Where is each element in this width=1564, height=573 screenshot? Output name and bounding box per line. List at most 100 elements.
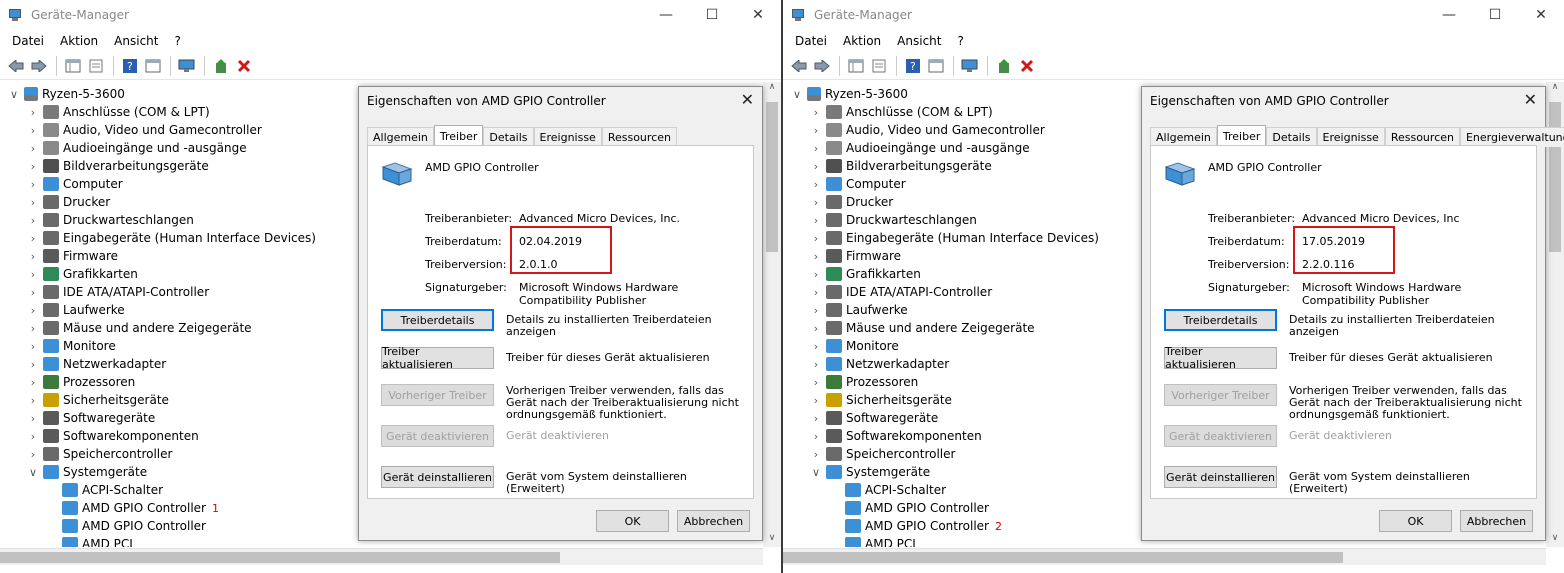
expand-chevron-icon[interactable]: ›: [810, 412, 822, 425]
expand-chevron-icon[interactable]: ›: [810, 232, 822, 245]
tab-ressourcen[interactable]: Ressourcen: [601, 127, 677, 147]
tree-category[interactable]: › Softwaregeräte: [27, 409, 155, 427]
expand-chevron-icon[interactable]: ›: [27, 268, 39, 281]
back-arrow-icon[interactable]: [5, 55, 27, 77]
back-arrow-icon[interactable]: [788, 55, 810, 77]
collapse-chevron-icon[interactable]: ∨: [8, 88, 20, 101]
tree-category[interactable]: › Bildverarbeitungsgeräte: [27, 157, 209, 175]
expand-chevron-icon[interactable]: ›: [810, 178, 822, 191]
tree-category[interactable]: › Monitore: [27, 337, 116, 355]
expand-chevron-icon[interactable]: ›: [810, 214, 822, 227]
scroll-up-arrow-icon[interactable]: ∧: [763, 82, 781, 96]
tree-category[interactable]: ∨ Systemgeräte: [27, 463, 147, 481]
expand-chevron-icon[interactable]: ›: [27, 430, 39, 443]
expand-chevron-icon[interactable]: ›: [810, 376, 822, 389]
tree-category[interactable]: › Computer: [810, 175, 906, 193]
expand-chevron-icon[interactable]: ›: [810, 196, 822, 209]
view-grid-icon[interactable]: [845, 55, 867, 77]
menu-item-4[interactable]: ?: [949, 34, 971, 48]
expand-chevron-icon[interactable]: ›: [27, 448, 39, 461]
expand-chevron-icon[interactable]: ›: [27, 322, 39, 335]
ok-button[interactable]: OK: [596, 510, 669, 532]
tree-category[interactable]: › Audioeingänge und -ausgänge: [810, 139, 1030, 157]
tab-treiber[interactable]: Treiber: [1216, 125, 1267, 147]
expand-chevron-icon[interactable]: ›: [27, 214, 39, 227]
expand-chevron-icon[interactable]: ›: [810, 340, 822, 353]
tree-category[interactable]: › Sicherheitsgeräte: [810, 391, 952, 409]
tab-allgemein[interactable]: Allgemein: [367, 127, 434, 147]
scroll-up-arrow-icon[interactable]: ∧: [1546, 82, 1564, 96]
tree-child-item[interactable]: ACPI-Schalter: [841, 481, 946, 499]
tree-category[interactable]: › Softwarekomponenten: [27, 427, 199, 445]
tab-details[interactable]: Details: [483, 127, 534, 147]
expand-chevron-icon[interactable]: ›: [27, 358, 39, 371]
properties-icon[interactable]: [868, 55, 890, 77]
tree-category[interactable]: › Drucker: [810, 193, 893, 211]
window-icon[interactable]: [142, 55, 164, 77]
collapse-chevron-icon[interactable]: ∨: [27, 466, 39, 479]
driver-button-1[interactable]: Treiberdetails: [1164, 309, 1277, 331]
tree-child-item[interactable]: AMD GPIO Controller 1: [58, 499, 219, 517]
expand-chevron-icon[interactable]: ›: [27, 250, 39, 263]
driver-button-2[interactable]: Treiber aktualisieren: [1164, 345, 1277, 371]
expand-chevron-icon[interactable]: ›: [27, 394, 39, 407]
expand-chevron-icon[interactable]: ›: [810, 124, 822, 137]
tree-category[interactable]: › Bildverarbeitungsgeräte: [810, 157, 992, 175]
tab-treiber[interactable]: Treiber: [433, 125, 484, 147]
tree-category[interactable]: › Druckwarteschlangen: [810, 211, 977, 229]
tree-category[interactable]: › Softwarekomponenten: [810, 427, 982, 445]
expand-chevron-icon[interactable]: ›: [810, 160, 822, 173]
cancel-button[interactable]: Abbrechen: [1460, 510, 1533, 532]
tree-category[interactable]: › Audio, Video und Gamecontroller: [27, 121, 262, 139]
expand-chevron-icon[interactable]: ›: [27, 106, 39, 119]
tab-allgemein[interactable]: Allgemein: [1150, 127, 1217, 147]
tree-category[interactable]: › Drucker: [27, 193, 110, 211]
tree-category[interactable]: › Eingabegeräte (Human Interface Devices): [27, 229, 316, 247]
maximize-button[interactable]: ☐: [1472, 0, 1518, 30]
expand-chevron-icon[interactable]: ›: [27, 304, 39, 317]
menu-item-3[interactable]: Ansicht: [889, 34, 949, 48]
horizontal-scrollbar[interactable]: [0, 548, 763, 565]
tab-ereignisse[interactable]: Ereignisse: [533, 127, 602, 147]
tree-category[interactable]: › Speichercontroller: [27, 445, 172, 463]
tree-category[interactable]: › Audioeingänge und -ausgänge: [27, 139, 247, 157]
tree-category[interactable]: › Netzwerkadapter: [810, 355, 949, 373]
expand-chevron-icon[interactable]: ›: [27, 178, 39, 191]
scan-hardware-icon[interactable]: [959, 55, 981, 77]
collapse-chevron-icon[interactable]: ∨: [791, 88, 803, 101]
tree-child-item[interactable]: AMD PCI: [841, 535, 916, 547]
close-button[interactable]: ✕: [1518, 0, 1564, 30]
uninstall-x-icon[interactable]: [1016, 55, 1038, 77]
expand-chevron-icon[interactable]: ›: [27, 376, 39, 389]
view-grid-icon[interactable]: [62, 55, 84, 77]
expand-chevron-icon[interactable]: ›: [27, 196, 39, 209]
tree-category[interactable]: › Anschlüsse (COM & LPT): [27, 103, 210, 121]
menu-item-3[interactable]: Ansicht: [106, 34, 166, 48]
expand-chevron-icon[interactable]: ›: [810, 106, 822, 119]
expand-chevron-icon[interactable]: ›: [810, 394, 822, 407]
expand-chevron-icon[interactable]: ›: [810, 430, 822, 443]
minimize-button[interactable]: —: [1426, 0, 1472, 30]
expand-chevron-icon[interactable]: ›: [810, 448, 822, 461]
tree-category[interactable]: › Grafikkarten: [810, 265, 921, 283]
scroll-down-arrow-icon[interactable]: ∨: [763, 533, 781, 547]
update-driver-icon[interactable]: [993, 55, 1015, 77]
tree-category[interactable]: ∨ Systemgeräte: [810, 463, 930, 481]
tree-category[interactable]: › Eingabegeräte (Human Interface Devices): [810, 229, 1099, 247]
expand-chevron-icon[interactable]: ›: [27, 124, 39, 137]
tree-category[interactable]: › Speichercontroller: [810, 445, 955, 463]
tree-category[interactable]: › Prozessoren: [810, 373, 918, 391]
menu-item-2[interactable]: Aktion: [835, 34, 889, 48]
tree-category[interactable]: › Prozessoren: [27, 373, 135, 391]
tree-category[interactable]: › Druckwarteschlangen: [27, 211, 194, 229]
tab-details[interactable]: Details: [1266, 127, 1317, 147]
tree-category[interactable]: › IDE ATA/ATAPI-Controller: [810, 283, 992, 301]
tree-child-item[interactable]: AMD GPIO Controller 2: [841, 517, 1002, 535]
close-button[interactable]: ✕: [735, 0, 781, 30]
expand-chevron-icon[interactable]: ›: [27, 160, 39, 173]
uninstall-x-icon[interactable]: [233, 55, 255, 77]
tree-category[interactable]: › Grafikkarten: [27, 265, 138, 283]
expand-chevron-icon[interactable]: ›: [810, 322, 822, 335]
driver-button-5[interactable]: Gerät deinstallieren: [1164, 466, 1277, 488]
expand-chevron-icon[interactable]: ›: [810, 142, 822, 155]
